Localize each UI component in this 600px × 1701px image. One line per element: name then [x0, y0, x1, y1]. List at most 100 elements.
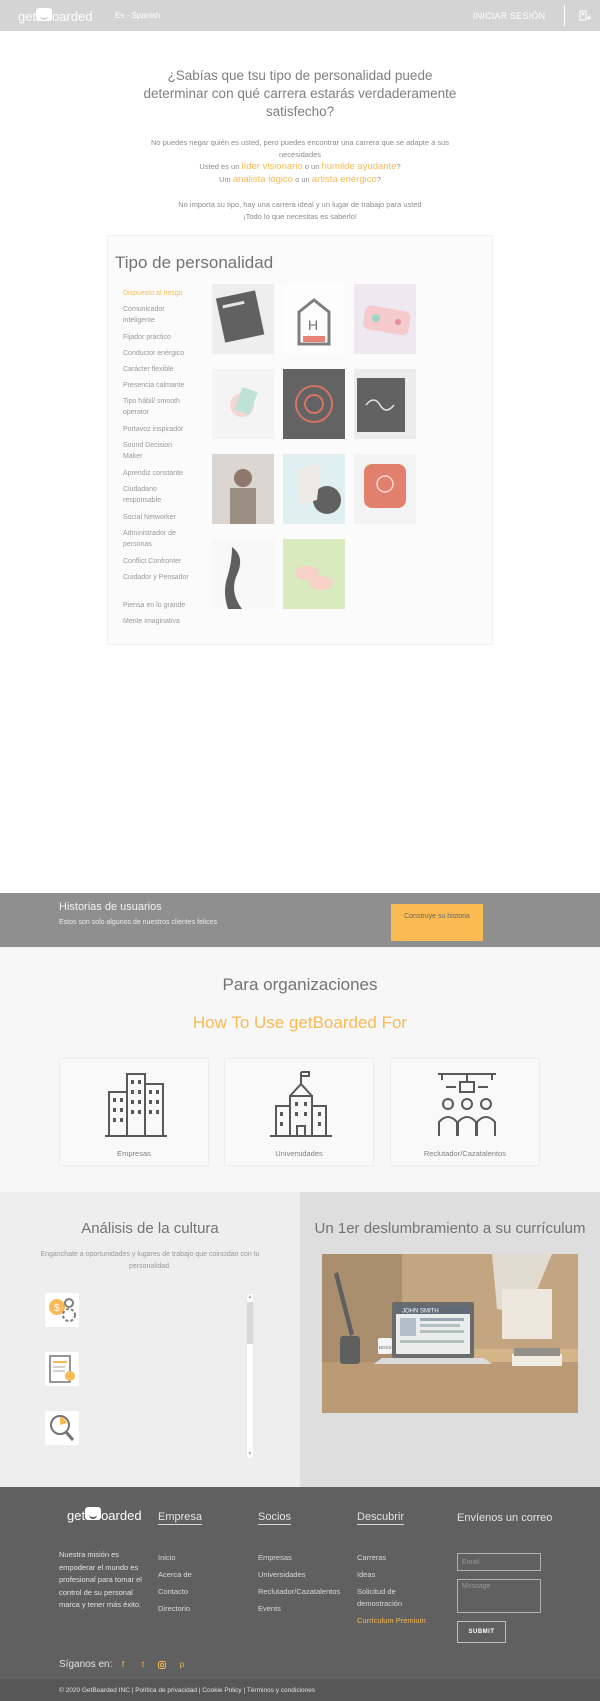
footer-link-contact[interactable]: Contacto — [158, 1586, 188, 1598]
pinterest-icon[interactable]: p — [177, 1660, 187, 1670]
personality-nav-item[interactable]: Piensa en lo grande — [123, 600, 193, 611]
product-thumb-11[interactable] — [283, 539, 345, 609]
copyright-text: © 2020 GetBoarded INC | Política de priv… — [59, 1687, 316, 1694]
personality-nav-item[interactable]: Cuidador y Pensador — [123, 572, 193, 583]
university-icon — [270, 1071, 332, 1137]
footer-mission: Nuestra misión es empoderar el mundo es … — [59, 1550, 142, 1609]
product-thumb-10[interactable] — [212, 539, 274, 609]
product-thumb-7[interactable] — [212, 454, 274, 524]
personality-nav-item[interactable]: Sound Decision Maker — [123, 440, 193, 462]
footer-contact-heading: Envíenos un correo — [457, 1512, 553, 1524]
footer-link-recruiters[interactable]: Reclutador/Cazatalentos — [258, 1586, 340, 1598]
personality-nav-item[interactable]: Carácter flexible — [123, 364, 193, 375]
product-thumb-2[interactable]: H — [283, 284, 345, 354]
magnifier-chart-icon — [45, 1411, 79, 1445]
twitter-icon[interactable]: t — [138, 1660, 148, 1670]
personality-nav-item[interactable]: Administrador de personas — [123, 528, 193, 550]
product-thumb-3[interactable] — [354, 284, 416, 354]
stories-subtitle: Estos son solo algunos de nuestros clien… — [59, 919, 217, 926]
personality-nav-item[interactable]: Portavoz inspirador — [123, 424, 193, 435]
logo-mark-icon — [36, 8, 53, 21]
user-add-icon[interactable] — [579, 10, 591, 22]
personality-nav-item[interactable]: Fijador práctico — [123, 332, 193, 343]
follow-label: Síganos en: — [59, 1659, 113, 1670]
intro-line-3: Um analista lógico o un artista enérgico… — [219, 174, 381, 185]
scroll-up-arrow-icon[interactable]: ▲ — [247, 1294, 253, 1300]
intro-line-5: ¡Todo lo que necesitas es saberlo! — [243, 212, 357, 221]
personality-nav-item[interactable]: Conductor enérgico — [123, 348, 193, 359]
personality-nav-item[interactable]: Aprendiz constante — [123, 468, 193, 479]
instagram-icon[interactable] — [157, 1660, 167, 1670]
svg-text:$: $ — [54, 1303, 60, 1314]
footer-link-home[interactable]: Inicio — [158, 1552, 176, 1564]
footer-link-ideas[interactable]: Ideas — [357, 1569, 375, 1581]
footer-link-premium-cv[interactable]: Currículum Premium — [357, 1615, 426, 1627]
org-card-recruiters[interactable]: Reclutador/Cazatalentos — [390, 1058, 540, 1166]
footer-link-events[interactable]: Events — [258, 1603, 281, 1615]
logo[interactable]: get oarded — [18, 8, 93, 24]
language-selector[interactable]: Es - Spanish — [115, 11, 160, 20]
orgs-title: Para organizaciones — [222, 975, 378, 994]
footer-logo[interactable]: get oarded — [67, 1507, 142, 1523]
intro-line-1: No puedes negar quién es usted, pero pue… — [150, 138, 450, 159]
facebook-icon[interactable]: f — [118, 1660, 128, 1670]
product-thumb-8[interactable] — [283, 454, 345, 524]
scrollbar-thumb[interactable] — [247, 1302, 253, 1344]
personality-nav-item[interactable]: Ciudadano responsable — [123, 484, 193, 506]
footer-heading-partners: Socios — [258, 1511, 292, 1525]
footer-message-input[interactable] — [457, 1579, 541, 1613]
personality-nav-item[interactable]: Mente imaginativa — [123, 616, 193, 627]
culture-title: Análisis de la cultura — [81, 1220, 219, 1237]
svg-text:H: H — [308, 317, 318, 333]
org-card-universities[interactable]: Universidades — [224, 1058, 374, 1166]
cv-hero-image: JOHN SMITH BOSS — [322, 1254, 578, 1413]
org-card-label: Empresas — [117, 1149, 151, 1158]
logo-text: get oarded — [18, 8, 93, 24]
cv-screen-name: JOHN SMITH — [402, 1309, 439, 1315]
footer-link-companies[interactable]: Empresas — [258, 1552, 292, 1564]
product-thumb-6[interactable] — [354, 369, 416, 439]
footer-link-about[interactable]: Acerca de — [158, 1569, 192, 1581]
intro-line-2: Usted es un líder visionario o un humild… — [199, 161, 401, 172]
cv-title: Un 1er deslumbramiento a su currículum — [314, 1220, 586, 1237]
intro-line-4: No importa su tipo, hay una carrera idea… — [178, 200, 422, 209]
intro-question: ¿Sabías que tsu tipo de personalidad pue… — [143, 68, 457, 119]
org-card-label: Reclutador/Cazatalentos — [423, 1149, 507, 1158]
org-card-companies[interactable]: Empresas — [59, 1058, 209, 1166]
footer-email-input[interactable] — [457, 1553, 541, 1571]
mug-label: BOSS — [379, 1345, 392, 1350]
product-thumb-9[interactable] — [354, 454, 416, 524]
certificate-document-icon — [45, 1352, 79, 1386]
personality-nav-item[interactable]: Dispuesto al riesgo — [123, 288, 193, 299]
personality-nav-item[interactable]: Tipo hábil/ smooth operator — [123, 396, 193, 418]
footer-heading-discover: Descubrir — [357, 1511, 405, 1525]
orgs-subtitle: How To Use getBoarded For — [192, 1013, 408, 1032]
type-visionary-link[interactable]: líder visionario — [241, 161, 302, 172]
culture-subtitle: Enganchate a oportunidades y lugares de … — [40, 1251, 260, 1270]
type-helper-link[interactable]: humilde ayudante — [321, 161, 396, 172]
type-artist-link[interactable]: artista enérgico — [312, 174, 377, 185]
product-thumb-5[interactable] — [283, 369, 345, 439]
personality-nav-item[interactable]: Conflict Confronter — [123, 556, 193, 567]
footer-logo-text: get oarded — [67, 1507, 142, 1523]
scroll-down-arrow-icon[interactable]: ▼ — [247, 1451, 253, 1457]
personality-title: Tipo de personalidad — [115, 253, 274, 272]
footer-link-directory[interactable]: Directorio — [158, 1603, 190, 1615]
footer-link-universities[interactable]: Universidades — [258, 1569, 306, 1581]
personality-nav-item[interactable]: Presencia calmante — [123, 380, 193, 391]
org-card-label: Universidades — [275, 1149, 323, 1158]
product-thumb-4[interactable] — [212, 369, 274, 439]
submit-button[interactable]: SUBMIT — [457, 1621, 506, 1643]
login-link[interactable]: INICIAR SESIÓN — [473, 11, 545, 21]
personality-nav-item[interactable]: Social Networker — [123, 512, 193, 523]
product-thumb-1[interactable] — [212, 284, 274, 354]
build-story-button[interactable]: Construye su historia — [391, 904, 483, 941]
money-gears-icon: $ — [45, 1293, 79, 1327]
header-divider — [564, 5, 565, 26]
personality-nav-item[interactable]: Comunicador inteligente — [123, 304, 193, 326]
footer-link-careers[interactable]: Carreras — [357, 1552, 386, 1564]
office-buildings-icon — [105, 1073, 167, 1137]
footer-heading-company: Empresa — [158, 1511, 203, 1525]
footer-link-demo[interactable]: Solicitud de demostración — [357, 1586, 427, 1609]
type-analyst-link[interactable]: analista lógico — [233, 174, 293, 185]
